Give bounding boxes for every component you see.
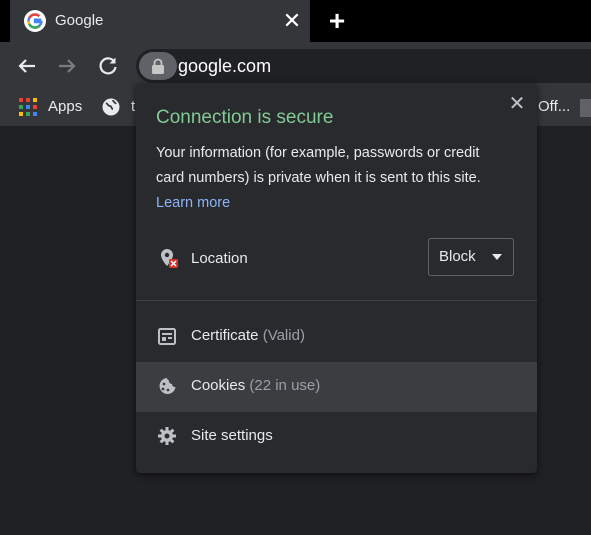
google-favicon-icon: [24, 10, 46, 32]
tab-google[interactable]: Google ✕: [10, 0, 310, 42]
cookies-row[interactable]: Cookies (22 in use): [136, 362, 537, 412]
location-label: Location: [191, 250, 248, 267]
bookmark-item[interactable]: t: [131, 98, 135, 115]
lock-icon: [152, 58, 164, 74]
certificate-icon: [158, 328, 176, 345]
bookmark-favicon-icon[interactable]: [580, 99, 591, 117]
omnibox[interactable]: google.com: [136, 49, 591, 83]
location-select-value: Block: [439, 248, 476, 265]
bookmark-apps[interactable]: Apps: [48, 98, 82, 115]
close-icon[interactable]: ✕: [506, 93, 528, 115]
learn-more-link[interactable]: Learn more: [156, 195, 230, 211]
certificate-row[interactable]: Certificate (Valid): [136, 312, 537, 362]
connection-description: Your information (for example, passwords…: [156, 141, 506, 216]
page-info-popup: ✕ Connection is secure Your information …: [136, 83, 537, 473]
tab-close-icon[interactable]: ✕: [280, 9, 304, 33]
cookie-icon: [159, 378, 176, 394]
certificate-text: Certificate: [191, 327, 259, 344]
tab-strip: Google ✕ +: [0, 0, 591, 42]
site-settings-label: Site settings: [191, 427, 273, 444]
url-text[interactable]: google.com: [178, 56, 271, 77]
cookies-status: (22 in use): [249, 377, 321, 394]
certificate-status: (Valid): [262, 327, 305, 344]
cookies-text: Cookies: [191, 377, 246, 394]
certificate-label: Certificate (Valid): [191, 327, 305, 344]
location-blocked-icon: [161, 249, 178, 268]
site-settings-row[interactable]: Site settings: [136, 412, 537, 462]
gear-icon: [158, 427, 176, 445]
new-tab-icon[interactable]: +: [323, 7, 351, 35]
location-permission-select[interactable]: Block: [428, 238, 514, 276]
cookies-label: Cookies (22 in use): [191, 377, 320, 394]
forward-icon[interactable]: [53, 52, 81, 80]
bookmark-item[interactable]: Off...: [538, 98, 570, 115]
globe-icon[interactable]: [102, 98, 120, 116]
back-icon[interactable]: [13, 52, 41, 80]
site-info-button[interactable]: [139, 52, 177, 80]
divider: [136, 300, 537, 301]
reload-icon[interactable]: [94, 52, 122, 80]
description-text: Your information (for example, passwords…: [156, 145, 481, 186]
tab-title: Google: [55, 12, 104, 29]
apps-grid-icon[interactable]: [19, 98, 37, 116]
chevron-down-icon: [492, 254, 502, 260]
connection-status-title: Connection is secure: [156, 107, 334, 128]
